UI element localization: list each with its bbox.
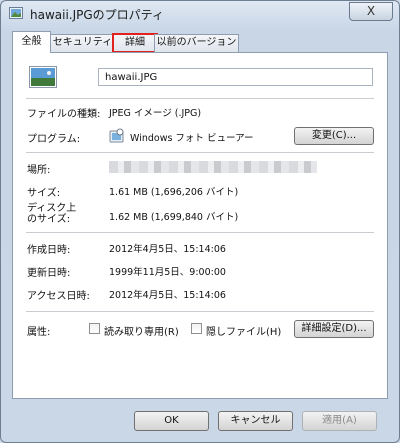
tab-previous-versions[interactable]: 以前のバージョン [154, 34, 239, 52]
size-value: 1.61 MB (1,696,206 バイト) [109, 187, 239, 198]
properties-window: hawaii.JPGのプロパティ X 全般 セキュリティ 詳細 以前のバージョン… [0, 0, 400, 443]
attributes-label: 属性: [27, 327, 51, 338]
hidden-checkbox[interactable] [191, 323, 202, 334]
separator [26, 311, 374, 312]
close-button[interactable]: X [349, 2, 393, 21]
apply-button[interactable]: 適用(A) [302, 411, 377, 431]
program-label: プログラム: [27, 134, 81, 145]
hidden-label[interactable]: 隠しファイル(H) [206, 323, 281, 338]
title-bar: hawaii.JPGのプロパティ X [1, 1, 399, 27]
tab-general[interactable]: 全般 [12, 31, 51, 53]
file-type-label: ファイルの種類: [27, 109, 101, 120]
separator [26, 152, 374, 153]
program-value: Windows フォト ビューアー [130, 133, 254, 144]
created-label: 作成日時: [27, 245, 71, 256]
photo-thumbnail-icon [29, 66, 57, 88]
size-label: サイズ: [27, 188, 61, 199]
photo-viewer-icon [109, 128, 124, 143]
tab-details[interactable]: 詳細 [112, 33, 158, 53]
disk-size-label: ディスク上 のサイズ: [27, 203, 76, 225]
disk-size-value: 1.62 MB (1,699,840 バイト) [109, 212, 239, 223]
accessed-label: アクセス日時: [27, 291, 90, 302]
image-file-icon [9, 7, 23, 19]
readonly-checkbox[interactable] [89, 323, 100, 334]
readonly-label[interactable]: 読み取り専用(R) [104, 323, 179, 338]
disk-size-label-line1: ディスク上 [27, 203, 77, 214]
advanced-button[interactable]: 詳細設定(D)... [294, 320, 374, 338]
cancel-button[interactable]: キャンセル [218, 411, 293, 431]
modified-value: 1999年11月5日、9:00:00 [109, 267, 226, 278]
general-tab-panel: hawaii.JPG ファイルの種類: JPEG イメージ (.JPG) プログ… [12, 52, 388, 399]
file-type-value: JPEG イメージ (.JPG) [109, 108, 202, 119]
location-value-redacted [109, 161, 317, 173]
filename-input[interactable]: hawaii.JPG [98, 68, 373, 86]
separator [26, 232, 374, 233]
close-icon: X [366, 4, 376, 18]
modified-label: 更新日時: [27, 268, 71, 279]
separator [26, 98, 374, 99]
window-title: hawaii.JPGのプロパティ [30, 8, 164, 22]
disk-size-label-line2: のサイズ: [27, 214, 71, 225]
created-value: 2012年4月5日、15:14:06 [109, 244, 226, 255]
tab-security[interactable]: セキュリティ [49, 34, 116, 52]
accessed-value: 2012年4月5日、15:14:06 [109, 290, 226, 301]
change-program-button[interactable]: 変更(C)... [294, 127, 374, 145]
location-label: 場所: [27, 165, 51, 176]
ok-button[interactable]: OK [134, 411, 209, 431]
